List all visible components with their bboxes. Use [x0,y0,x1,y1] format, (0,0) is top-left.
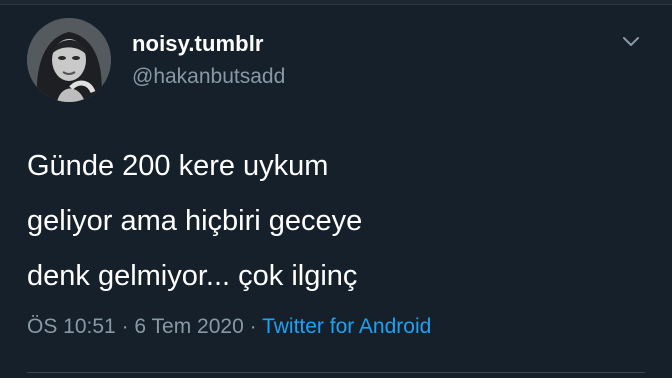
tweet-text: Günde 200 kere uykum geliyor ama hiçbiri… [27,150,363,292]
tweet-meta: ÖS 10:51 · 6 Tem 2020 · Twitter for Andr… [27,315,431,339]
bottom-divider [27,372,645,373]
meta-separator: · [115,315,135,338]
meta-separator: · [243,315,263,338]
avatar[interactable] [27,18,111,102]
avatar-image [27,18,111,102]
chevron-down-icon[interactable] [618,32,644,52]
display-name[interactable]: noisy.tumblr [132,31,264,57]
tweet-time[interactable]: ÖS 10:51 [27,315,116,338]
tweet-date[interactable]: 6 Tem 2020 [134,315,243,338]
user-handle[interactable]: @hakanbutsadd [132,65,285,89]
tweet-source-link[interactable]: Twitter for Android [262,315,431,338]
tweet-card: noisy.tumblr @hakanbutsadd Günde 200 ker… [0,0,672,378]
